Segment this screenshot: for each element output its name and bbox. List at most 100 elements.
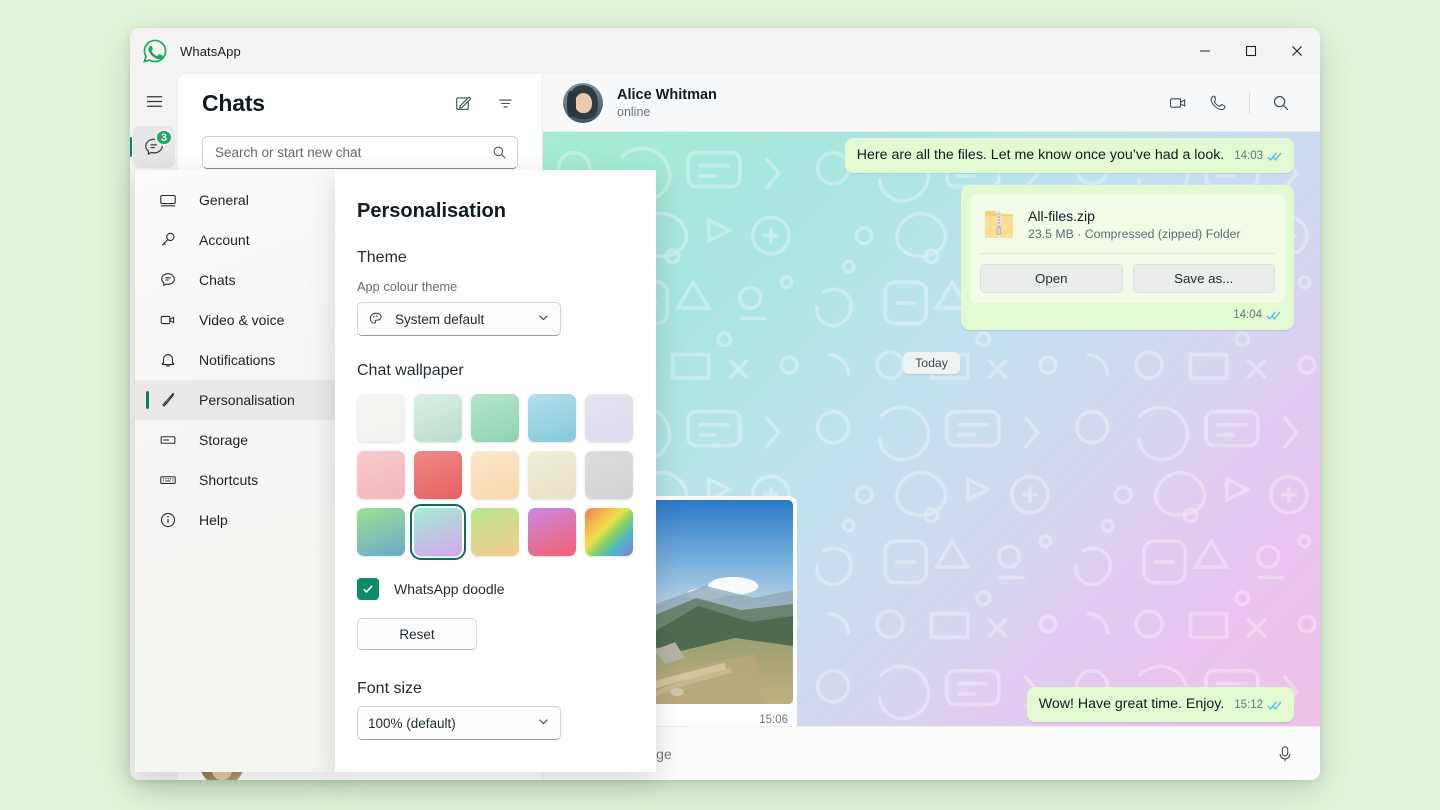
window-controls <box>1182 28 1320 74</box>
search-in-chat-button[interactable] <box>1264 86 1298 120</box>
minimize-icon <box>1199 45 1211 57</box>
wallpaper-swatch-blue[interactable] <box>528 394 576 442</box>
wallpaper-swatch-lime-peach[interactable] <box>471 508 519 556</box>
message-text: Wow! Have great time. Enjoy. <box>1039 696 1225 712</box>
search-in-chat-icon <box>1272 94 1290 112</box>
avatar[interactable] <box>563 83 603 123</box>
filter-chats-button[interactable] <box>488 86 522 120</box>
app-colour-theme-label: App colour theme <box>357 279 656 294</box>
search-chats-field[interactable] <box>202 136 518 169</box>
settings-nav-label: Help <box>199 512 228 528</box>
settings-nav-item-chats[interactable]: Chats <box>135 260 335 300</box>
wallpaper-swatch-grey[interactable] <box>585 451 633 499</box>
wallpaper-swatch-pink[interactable] <box>357 451 405 499</box>
file-text: All-files.zip 23.5 MB · Compressed (zipp… <box>1028 208 1241 241</box>
conversation-header: Alice Whitman online <box>543 74 1320 132</box>
message-time: 15:12 <box>1234 696 1263 715</box>
wallpaper-swatch-cream[interactable] <box>528 451 576 499</box>
wallpaper-swatch-lavender[interactable] <box>585 394 633 442</box>
chat-list-header: Chats <box>178 74 542 132</box>
chat-wallpaper-heading: Chat wallpaper <box>357 362 656 380</box>
file-info: All-files.zip 23.5 MB · Compressed (zipp… <box>980 204 1275 253</box>
settings-nav-item-help[interactable]: Help <box>135 500 335 540</box>
settings-nav-label: Notifications <box>199 352 275 368</box>
read-receipt-icon <box>1266 310 1282 321</box>
contact-status: online <box>617 105 717 119</box>
whatsapp-logo-icon <box>142 38 168 64</box>
chat-wallpaper: Here are all the files. Let me know once… <box>543 132 1320 780</box>
close-icon <box>1291 45 1303 57</box>
voice-call-icon <box>1208 93 1228 113</box>
message-bubble-last: Wow! Have great time. Enjoy. 15:12 <box>1027 687 1294 722</box>
compose-new-chat-button[interactable] <box>446 86 480 120</box>
settings-nav-item-shortcuts[interactable]: Shortcuts <box>135 460 335 500</box>
personalisation-panel: Personalisation Theme App colour theme S… <box>335 170 656 772</box>
file-card: All-files.zip 23.5 MB · Compressed (zipp… <box>970 194 1285 303</box>
font-size-select[interactable]: 100% (default) <box>357 706 561 740</box>
wallpaper-swatch-mint-lilac[interactable] <box>414 508 462 556</box>
search-input[interactable] <box>215 145 492 160</box>
settings-nav-label: Video & voice <box>199 312 284 328</box>
settings-nav-item-storage[interactable]: Storage <box>135 420 335 460</box>
settings-nav-label: Storage <box>199 432 248 448</box>
conversation-actions <box>1161 86 1298 120</box>
settings-nav-label: Shortcuts <box>199 472 258 488</box>
rail-item-chats[interactable]: 3 <box>133 126 175 168</box>
save-as-button[interactable]: Save as... <box>1133 264 1276 293</box>
settings-nav-label: Personalisation <box>199 392 295 408</box>
hamburger-menu-icon <box>145 92 164 111</box>
settings-nav-item-video-voice[interactable]: Video & voice <box>135 300 335 340</box>
chevron-down-icon <box>537 715 550 731</box>
settings-nav-item-personalisation[interactable]: Personalisation <box>135 380 335 420</box>
panel-title: Personalisation <box>357 200 656 223</box>
reset-wallpaper-button[interactable]: Reset <box>357 618 477 650</box>
wallpaper-swatch-green-blue[interactable] <box>357 508 405 556</box>
microphone-icon <box>1276 745 1294 763</box>
minimize-button[interactable] <box>1182 28 1228 74</box>
app-colour-theme-select[interactable]: System default <box>357 302 561 336</box>
wallpaper-swatch-pale-green[interactable] <box>414 394 462 442</box>
voice-call-button[interactable] <box>1201 86 1235 120</box>
whatsapp-doodle-checkbox[interactable] <box>357 578 379 600</box>
message-text: Here are all the files. Let me know once… <box>857 147 1225 163</box>
open-file-button[interactable]: Open <box>980 264 1123 293</box>
conversation-pane: Alice Whitman online <box>543 74 1320 780</box>
font-size-value: 100% (default) <box>368 716 456 731</box>
settings-nav-label: Account <box>199 232 250 248</box>
wallpaper-swatch-green[interactable] <box>471 394 519 442</box>
font-size-heading: Font size <box>357 680 656 698</box>
whatsapp-doodle-row[interactable]: WhatsApp doodle <box>357 578 656 600</box>
message-time: 14:04 <box>1233 309 1262 321</box>
file-actions: Open Save as... <box>980 253 1275 303</box>
chats-unread-badge: 3 <box>155 129 173 146</box>
wallpaper-swatch-peach[interactable] <box>471 451 519 499</box>
file-message-bubble: All-files.zip 23.5 MB · Compressed (zipp… <box>961 185 1294 330</box>
palette-icon <box>368 311 384 327</box>
settings-nav-item-notifications[interactable]: Notifications <box>135 340 335 380</box>
page-title: Chats <box>202 90 265 117</box>
close-button[interactable] <box>1274 28 1320 74</box>
read-receipt-icon <box>1267 700 1283 711</box>
chat-bubble-icon <box>159 271 181 289</box>
settings-nav-label: Chats <box>199 272 236 288</box>
filter-chats-icon <box>496 94 515 113</box>
maximize-button[interactable] <box>1228 28 1274 74</box>
message-bubble: Here are all the files. Let me know once… <box>845 138 1294 173</box>
voice-record-button[interactable] <box>1268 737 1302 771</box>
chat-list-actions <box>446 86 522 120</box>
hamburger-menu-button[interactable] <box>133 80 175 122</box>
wallpaper-swatch-magenta-rose[interactable] <box>528 508 576 556</box>
wallpaper-swatch-rainbow[interactable] <box>585 508 633 556</box>
message-meta: 14:04 <box>970 303 1285 321</box>
theme-section-heading: Theme <box>357 249 656 267</box>
wallpaper-swatch-white[interactable] <box>357 394 405 442</box>
settings-nav-item-account[interactable]: Account <box>135 220 335 260</box>
wallpaper-swatch-red[interactable] <box>414 451 462 499</box>
message-time: 15:06 <box>759 714 788 726</box>
contact-name: Alice Whitman <box>617 87 717 103</box>
video-call-button[interactable] <box>1161 86 1195 120</box>
whatsapp-doodle-label: WhatsApp doodle <box>394 581 505 597</box>
bell-icon <box>159 351 181 369</box>
settings-nav-item-general[interactable]: General <box>135 180 335 220</box>
message-input[interactable] <box>569 746 1268 762</box>
